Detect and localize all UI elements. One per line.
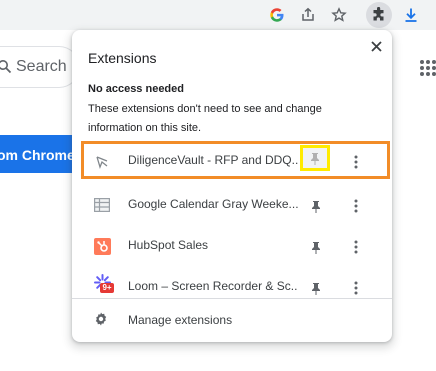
- extension-row-diligencevault[interactable]: DiligenceVault - RFP and DDQ...: [81, 141, 390, 179]
- apps-grid-icon: [420, 60, 436, 76]
- extensions-popup: Extensions No access needed These extens…: [72, 30, 392, 342]
- extension-row-google-calendar[interactable]: Google Calendar Gray Weeke...: [72, 185, 392, 225]
- section-description: These extensions don't need to see and c…: [88, 103, 322, 134]
- manage-extensions-button[interactable]: Manage extensions: [72, 307, 392, 333]
- search-icon: [0, 60, 12, 74]
- gear-icon: [95, 312, 107, 326]
- close-icon[interactable]: [366, 36, 386, 56]
- manage-extensions-label: Manage extensions: [128, 313, 233, 327]
- background-add-to-chrome-text: om Chrome: [0, 147, 75, 163]
- more-options-icon[interactable]: [348, 279, 364, 297]
- extensions-icon[interactable]: [366, 2, 392, 28]
- more-options-icon[interactable]: [348, 238, 364, 256]
- extension-name: DiligenceVault - RFP and DDQ...: [128, 153, 298, 167]
- google-icon[interactable]: [265, 3, 289, 27]
- browser-toolbar: [0, 0, 436, 30]
- pin-icon[interactable]: [306, 238, 326, 256]
- notification-badge: 9+: [100, 283, 114, 293]
- pin-icon[interactable]: [306, 197, 326, 215]
- more-options-icon[interactable]: [348, 197, 364, 215]
- extension-row-hubspot[interactable]: HubSpot Sales: [72, 226, 392, 266]
- star-icon[interactable]: [327, 3, 351, 27]
- divider: [72, 298, 392, 299]
- hubspot-icon: [92, 237, 112, 255]
- extension-name: Google Calendar Gray Weeke...: [128, 197, 298, 211]
- extension-name: HubSpot Sales: [128, 238, 209, 252]
- calendar-grid-icon: [92, 196, 112, 214]
- pin-icon[interactable]: [300, 145, 330, 171]
- share-icon[interactable]: [296, 3, 320, 27]
- more-options-icon[interactable]: [348, 153, 364, 171]
- extension-row-loom[interactable]: 9+ Loom – Screen Recorder & Sc...: [72, 267, 392, 307]
- pin-icon[interactable]: [306, 279, 326, 297]
- download-icon[interactable]: [399, 3, 423, 27]
- loom-icon: 9+: [92, 273, 114, 293]
- background-search-text: Search: [16, 58, 67, 75]
- extension-name: Loom – Screen Recorder & Sc...: [128, 279, 298, 293]
- section-heading: No access needed: [88, 83, 184, 95]
- diligencevault-icon: [92, 153, 112, 171]
- popup-title: Extensions: [88, 50, 157, 66]
